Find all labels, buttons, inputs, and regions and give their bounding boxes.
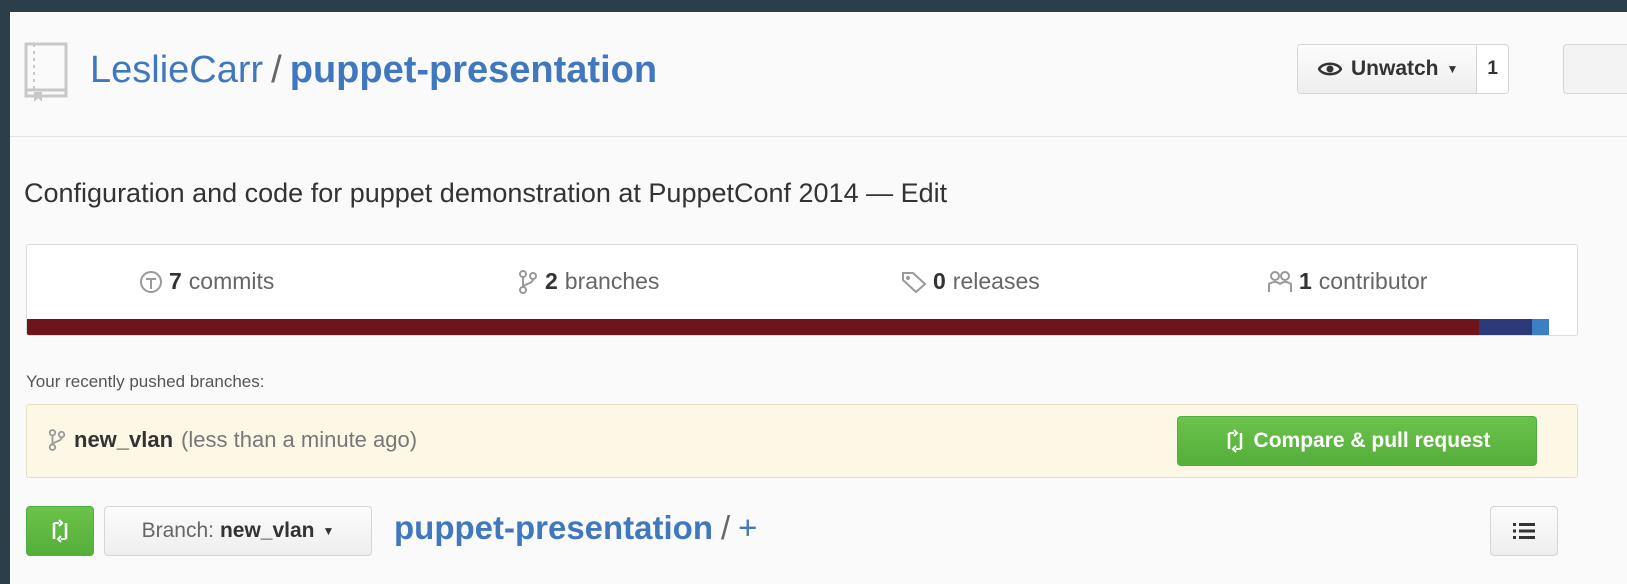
list-view-button[interactable] bbox=[1490, 506, 1558, 556]
language-segment[interactable] bbox=[1479, 319, 1533, 335]
branch-icon bbox=[519, 269, 537, 294]
repo-page: LeslieCarr / puppet-presentation Unwatch ▼… bbox=[10, 12, 1627, 584]
contributors-label: contributor bbox=[1318, 268, 1428, 294]
recent-branch-name[interactable]: new_vlan bbox=[74, 427, 173, 453]
compare-pull-request-button[interactable]: Compare & pull request bbox=[1177, 416, 1537, 466]
repo-link[interactable]: puppet-presentation bbox=[290, 49, 657, 91]
owner-link[interactable]: LeslieCarr bbox=[90, 49, 263, 91]
repo-title: LeslieCarr / puppet-presentation bbox=[90, 47, 657, 93]
branch-prefix: Branch: bbox=[141, 519, 214, 542]
compare-icon bbox=[52, 519, 68, 543]
language-bar[interactable] bbox=[27, 319, 1577, 335]
repo-summary: 7 commits 2 branches 0 releases 1 contri… bbox=[26, 244, 1578, 336]
new-pull-request-button[interactable] bbox=[26, 506, 94, 556]
breadcrumb: puppet-presentation / + bbox=[394, 509, 757, 547]
contributors-stat[interactable]: 1 contributor bbox=[1267, 268, 1427, 295]
recent-branch-time: (less than a minute ago) bbox=[181, 427, 418, 452]
title-separator: / bbox=[271, 49, 282, 91]
recent-branches-label: Your recently pushed branches: bbox=[26, 372, 265, 391]
star-button[interactable] bbox=[1563, 44, 1627, 94]
branch-selector[interactable]: Branch: new_vlan ▼ bbox=[104, 506, 372, 556]
edit-description-link[interactable]: Edit bbox=[901, 178, 948, 208]
repo-header: LeslieCarr / puppet-presentation Unwatch ▼… bbox=[10, 12, 1627, 137]
commit-icon bbox=[140, 270, 162, 293]
commits-label: commits bbox=[188, 268, 275, 294]
breadcrumb-separator: / bbox=[721, 509, 731, 546]
releases-label: releases bbox=[952, 268, 1040, 294]
watch-count[interactable]: 1 bbox=[1477, 45, 1508, 93]
branches-label: branches bbox=[564, 268, 660, 294]
chevron-down-icon: ▼ bbox=[1446, 62, 1459, 76]
releases-stat[interactable]: 0 releases bbox=[901, 268, 1040, 295]
unwatch-label: Unwatch bbox=[1351, 57, 1439, 80]
branches-count: 2 bbox=[545, 268, 558, 294]
branch-selector-name: new_vlan bbox=[219, 519, 315, 542]
chevron-down-icon: ▼ bbox=[322, 524, 335, 538]
compare-icon bbox=[1227, 429, 1242, 453]
recent-branch: new_vlan (less than a minute ago) bbox=[47, 427, 417, 453]
contributors-icon bbox=[1268, 270, 1292, 292]
description-text: Configuration and code for puppet demons… bbox=[24, 178, 859, 208]
breadcrumb-repo-link[interactable]: puppet-presentation bbox=[394, 509, 713, 546]
releases-count: 0 bbox=[933, 268, 946, 294]
branch-icon bbox=[48, 429, 66, 451]
add-file-button[interactable]: + bbox=[738, 509, 757, 546]
description-dash: — bbox=[866, 178, 894, 208]
list-icon bbox=[1513, 523, 1535, 539]
language-segment[interactable] bbox=[27, 319, 1480, 335]
language-segment[interactable] bbox=[1532, 319, 1550, 335]
branches-stat[interactable]: 2 branches bbox=[517, 268, 659, 295]
unwatch-button[interactable]: Unwatch ▼ bbox=[1298, 45, 1478, 93]
repo-icon bbox=[22, 42, 72, 102]
stats-bar: 7 commits 2 branches 0 releases 1 contri… bbox=[27, 245, 1577, 319]
commits-stat[interactable]: 7 commits bbox=[139, 268, 274, 295]
contributors-count: 1 bbox=[1299, 268, 1312, 294]
recent-branch-banner: new_vlan (less than a minute ago) Compar… bbox=[26, 404, 1578, 478]
eye-icon bbox=[1318, 62, 1342, 76]
watch-control: Unwatch ▼ 1 bbox=[1297, 44, 1509, 94]
commits-count: 7 bbox=[169, 268, 182, 294]
tag-icon bbox=[902, 271, 927, 293]
compare-label: Compare & pull request bbox=[1253, 429, 1491, 452]
repo-description: Configuration and code for puppet demons… bbox=[24, 178, 947, 209]
